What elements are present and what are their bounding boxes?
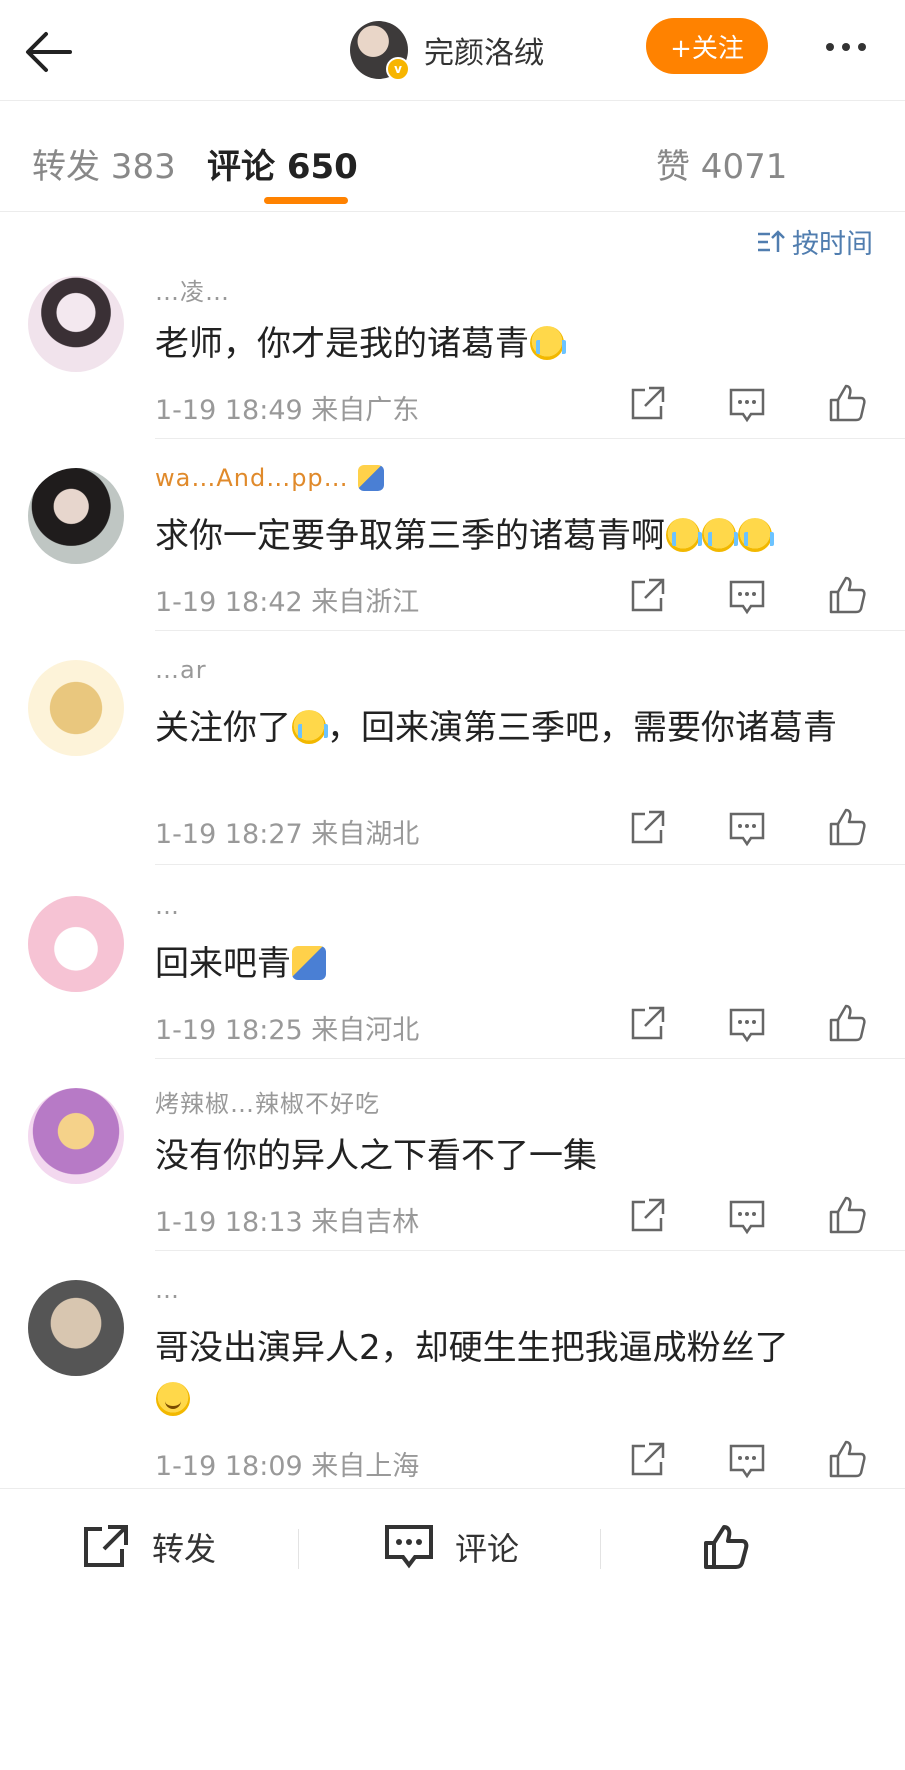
repost-button[interactable]: 转发: [80, 1523, 216, 1571]
share-icon[interactable]: [625, 382, 669, 426]
divider: [155, 1058, 905, 1059]
like-button[interactable]: [700, 1523, 772, 1571]
share-icon[interactable]: [625, 1438, 669, 1482]
member-badge-icon: [358, 465, 385, 491]
bottom-action-bar: 转发 评论: [0, 1488, 905, 1599]
back-arrow-icon[interactable]: [22, 24, 78, 80]
comment-meta: 1-19 18:13 来自吉林: [155, 1207, 420, 1238]
comment-text: 回来吧青: [155, 938, 875, 990]
top-nav-bar: v 完颜洛绒 +关注: [0, 0, 905, 101]
comment-actions: [569, 382, 869, 426]
comment-username[interactable]: wa…And…pp…: [155, 464, 385, 492]
avatar[interactable]: [28, 468, 124, 564]
tab-comments[interactable]: 评论 650: [207, 139, 358, 188]
avatar[interactable]: [28, 1088, 124, 1184]
comment-icon: [385, 1525, 433, 1569]
like-icon[interactable]: [825, 1438, 869, 1482]
like-icon[interactable]: [825, 574, 869, 618]
avatar[interactable]: [28, 276, 124, 372]
crying-emoji-icon: [738, 518, 774, 552]
crying-emoji-icon: [292, 710, 328, 744]
comment-username[interactable]: …: [155, 892, 180, 920]
comment-meta: 1-19 18:09 来自上海: [155, 1451, 420, 1482]
comment-username[interactable]: …: [155, 1276, 180, 1304]
comment-actions: [569, 1002, 869, 1046]
reply-icon[interactable]: [725, 574, 769, 618]
comment-text: 求你一定要争取第三季的诸葛青啊: [155, 510, 875, 562]
comment-text: 老师，你才是我的诸葛青: [155, 318, 875, 370]
share-icon[interactable]: [625, 1194, 669, 1238]
like-icon[interactable]: [825, 806, 869, 850]
comment-actions: [569, 806, 869, 850]
divider: [155, 438, 905, 439]
share-icon[interactable]: [625, 1002, 669, 1046]
like-icon[interactable]: [825, 1194, 869, 1238]
smile-emoji-icon: [156, 1382, 190, 1416]
avatar[interactable]: [28, 1280, 124, 1376]
reply-icon[interactable]: [725, 1438, 769, 1482]
comment-meta: 1-19 18:42 来自浙江: [155, 587, 420, 618]
share-icon[interactable]: [625, 806, 669, 850]
verified-badge-icon: v: [386, 57, 410, 81]
sort-icon: [758, 229, 785, 252]
avatar[interactable]: [28, 660, 124, 756]
like-icon[interactable]: [825, 382, 869, 426]
comment-meta: 1-19 18:49 来自广东: [155, 395, 420, 426]
comment-username[interactable]: …凌…: [155, 272, 230, 307]
divider: [298, 1529, 299, 1569]
reply-icon[interactable]: [725, 1194, 769, 1238]
active-tab-indicator: [264, 197, 348, 204]
divider: [600, 1529, 601, 1569]
profile-name[interactable]: 完颜洛绒: [424, 28, 544, 72]
comment-text: 关注你了 ，回来演第三季吧，需要你诸葛青: [155, 708, 837, 748]
avatar[interactable]: v: [350, 21, 410, 81]
divider: [155, 630, 905, 631]
repost-icon: [84, 1525, 128, 1567]
like-icon: [704, 1525, 749, 1569]
comment-username[interactable]: …ar: [155, 656, 207, 684]
avatar[interactable]: [28, 896, 124, 992]
reply-icon[interactable]: [725, 1002, 769, 1046]
comment-actions: [569, 1438, 869, 1482]
comment-label: 评论: [455, 1530, 520, 1568]
tab-likes[interactable]: 赞 4071: [656, 139, 787, 188]
more-options-icon[interactable]: [816, 26, 876, 66]
comment-meta: 1-19 18:27 来自湖北: [155, 819, 420, 850]
comment-username[interactable]: 烤辣椒…辣椒不好吃: [155, 1084, 380, 1119]
reply-icon[interactable]: [725, 382, 769, 426]
crying-emoji-icon: [666, 518, 702, 552]
sort-label: 按时间: [792, 229, 873, 260]
share-icon[interactable]: [625, 574, 669, 618]
comment-button[interactable]: 评论: [383, 1523, 519, 1571]
sort-button[interactable]: 按时间: [756, 222, 873, 261]
comment-actions: [569, 1194, 869, 1238]
repost-label: 转发: [152, 1530, 217, 1568]
profile-summary[interactable]: v 完颜洛绒: [350, 18, 544, 82]
comment-actions: [569, 574, 869, 618]
reply-icon[interactable]: [725, 806, 769, 850]
comment-meta: 1-19 18:25 来自河北: [155, 1015, 420, 1046]
crying-emoji-icon: [530, 326, 566, 360]
tab-repost[interactable]: 转发 383: [32, 139, 176, 188]
crying-emoji-icon: [702, 518, 738, 552]
tab-bar: 转发 383 评论 650 赞 4071: [0, 101, 905, 212]
sticker-emoji-icon: [292, 946, 326, 980]
divider: [155, 864, 905, 865]
like-icon[interactable]: [825, 1002, 869, 1046]
divider: [155, 1250, 905, 1251]
follow-button[interactable]: +关注: [646, 18, 768, 74]
comment-text: 没有你的异人之下看不了一集: [155, 1136, 597, 1176]
comment-text: 哥没出演异人2，却硬生生把我逼成粉丝了: [155, 1322, 875, 1426]
